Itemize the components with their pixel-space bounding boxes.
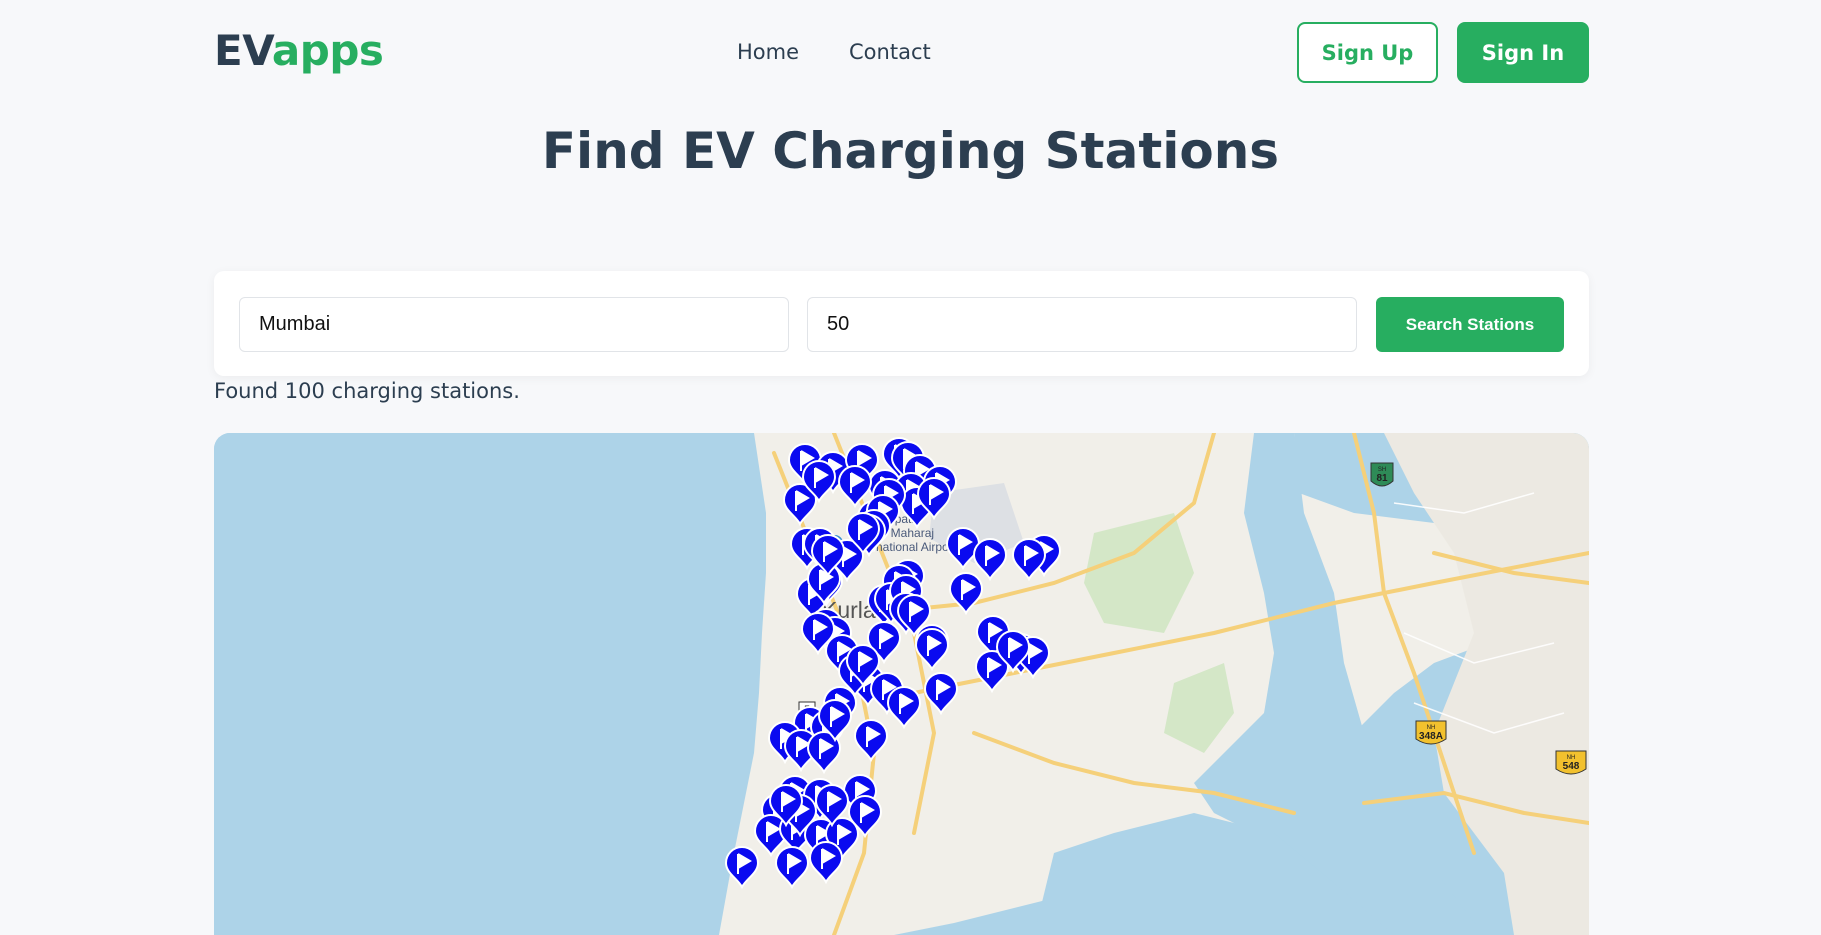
highway-shield-348A: NH348A — [1415, 720, 1447, 745]
highway-shield-number: 348A — [1419, 731, 1443, 742]
stations-map[interactable]: Kurla Chhatrapati Shivaji Maharaj Intern… — [214, 433, 1589, 935]
location-input[interactable] — [239, 297, 789, 352]
search-card: Search Stations — [214, 271, 1589, 376]
sign-in-button[interactable]: Sign In — [1457, 22, 1589, 83]
highway-shield-number: 81 — [1376, 473, 1388, 484]
header: EVapps Home Contact Sign Up Sign In — [214, 22, 1589, 84]
radius-input[interactable] — [807, 297, 1357, 352]
search-stations-button[interactable]: Search Stations — [1376, 297, 1564, 352]
logo-apps: apps — [271, 26, 384, 75]
highway-shield-548: NH548 — [1555, 750, 1587, 775]
main-nav: Home Contact — [737, 40, 931, 64]
page-title: Find EV Charging Stations — [541, 122, 1280, 180]
highway-shield-81: SH81 — [1370, 462, 1394, 487]
nav-contact-link[interactable]: Contact — [849, 40, 931, 64]
logo[interactable]: EVapps — [214, 26, 384, 76]
sign-up-button[interactable]: Sign Up — [1297, 22, 1438, 83]
highway-shield-number: 548 — [1563, 761, 1580, 772]
nav-home-link[interactable]: Home — [737, 40, 799, 64]
result-count-text: Found 100 charging stations. — [214, 379, 520, 403]
map-canvas[interactable]: Kurla Chhatrapati Shivaji Maharaj Intern… — [214, 433, 1589, 935]
logo-ev: EV — [214, 26, 272, 75]
